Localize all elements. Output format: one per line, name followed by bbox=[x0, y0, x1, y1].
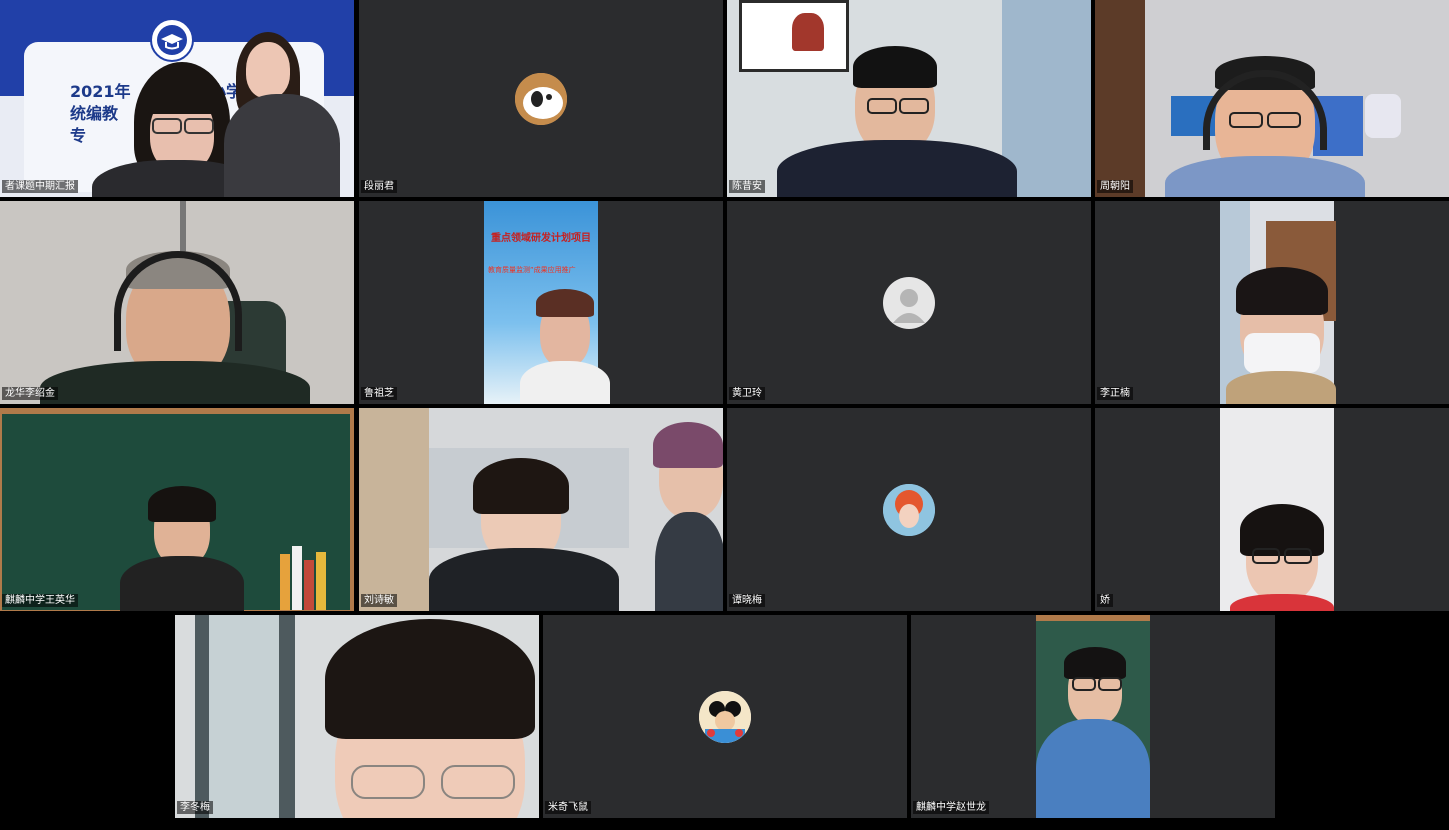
participant-name: 段丽君 bbox=[361, 180, 397, 193]
participant-name: 麒麟中学王英华 bbox=[2, 594, 78, 607]
person-body bbox=[429, 548, 619, 611]
glasses bbox=[1072, 677, 1096, 691]
participant-name: 者课题中期汇报 bbox=[2, 180, 78, 193]
glasses bbox=[351, 765, 425, 799]
glasses bbox=[441, 765, 515, 799]
participant-name: 龙华李绍金 bbox=[2, 387, 58, 400]
participant-tile-13[interactable]: 李冬梅 bbox=[175, 615, 539, 818]
participant-tile-7[interactable]: 黄卫玲 bbox=[727, 201, 1091, 404]
glasses bbox=[1098, 677, 1122, 691]
person-body bbox=[655, 512, 723, 611]
slide-title-line2: 统编教 bbox=[70, 104, 119, 123]
participant-tile-4[interactable]: 周朝阳 bbox=[1095, 0, 1449, 197]
face-mask bbox=[1244, 333, 1320, 373]
glasses bbox=[1229, 112, 1263, 128]
person-hair bbox=[148, 486, 216, 522]
glasses bbox=[184, 118, 214, 134]
participant-tile-11[interactable]: 谭晓梅 bbox=[727, 408, 1091, 611]
books bbox=[280, 544, 340, 610]
participant-name: 谭晓梅 bbox=[729, 594, 765, 607]
participant-tile-9[interactable]: 麒麟中学王英华 bbox=[0, 408, 354, 611]
graduation-cap-icon bbox=[150, 18, 194, 62]
participant-video bbox=[1036, 615, 1150, 818]
participant-name: 李正楠 bbox=[1097, 387, 1133, 400]
participant-tile-3[interactable]: 陈昔安 bbox=[727, 0, 1091, 197]
participant-tile-8[interactable]: 李正楠 bbox=[1095, 201, 1449, 404]
participant-video bbox=[1220, 201, 1336, 404]
participant-tile-10[interactable]: 刘诗敏 bbox=[359, 408, 723, 611]
person-hair bbox=[1240, 504, 1324, 556]
poster-subtitle: 教育质量监测”成果应用推广 bbox=[488, 266, 576, 274]
shelf bbox=[359, 408, 429, 611]
participant-tile-12[interactable]: 娇 bbox=[1095, 408, 1449, 611]
avatar-image bbox=[515, 72, 567, 125]
person-body bbox=[520, 361, 610, 404]
kettle bbox=[1365, 94, 1401, 138]
poster-banner: 重点领域研发计划项目 bbox=[491, 233, 591, 244]
person-hair bbox=[653, 422, 723, 468]
participant-name: 陈昔安 bbox=[729, 180, 765, 193]
person-body bbox=[1226, 371, 1336, 404]
participant-name: 米奇飞鼠 bbox=[545, 801, 591, 814]
participant-tile-6[interactable]: 重点领域研发计划项目 教育质量监测”成果应用推广 鲁祖芝 bbox=[359, 201, 723, 404]
avatar-image bbox=[883, 483, 935, 536]
avatar-image bbox=[699, 690, 751, 743]
poster-video: 重点领域研发计划项目 教育质量监测”成果应用推广 bbox=[484, 201, 610, 404]
person-body bbox=[40, 361, 310, 404]
participant-tile-1[interactable]: 2021年 小学 统编教 专 者课题中期汇报 bbox=[0, 0, 354, 197]
wall-painting bbox=[739, 0, 849, 72]
person-face bbox=[246, 42, 290, 98]
person-hair bbox=[325, 619, 535, 739]
person-body bbox=[1036, 719, 1150, 818]
person-body bbox=[1230, 594, 1334, 611]
participant-name: 黄卫玲 bbox=[729, 387, 765, 400]
participant-tile-14[interactable]: 米奇飞鼠 bbox=[543, 615, 907, 818]
glasses bbox=[899, 98, 929, 114]
participant-tile-5[interactable]: 龙华李绍金 bbox=[0, 201, 354, 404]
glasses bbox=[1267, 112, 1301, 128]
person-bangs bbox=[146, 66, 218, 114]
participant-name: 麒麟中学赵世龙 bbox=[913, 801, 989, 814]
participant-video bbox=[1220, 408, 1334, 611]
person-hair bbox=[473, 458, 569, 514]
person-body bbox=[224, 94, 340, 197]
participant-name: 娇 bbox=[1097, 594, 1113, 607]
person-body bbox=[1165, 156, 1365, 197]
slide-title-line1: 2021年 bbox=[70, 82, 131, 101]
participant-name: 刘诗敏 bbox=[361, 594, 397, 607]
glasses bbox=[152, 118, 182, 134]
person-body bbox=[777, 140, 1017, 197]
participant-tile-15[interactable]: 麒麟中学赵世龙 bbox=[911, 615, 1275, 818]
glasses bbox=[1284, 548, 1312, 564]
participant-name: 李冬梅 bbox=[177, 801, 213, 814]
bookshelf bbox=[1095, 0, 1145, 197]
default-avatar-icon bbox=[883, 276, 935, 329]
participant-name: 鲁祖芝 bbox=[361, 387, 397, 400]
person-body bbox=[120, 556, 244, 611]
window bbox=[209, 615, 279, 818]
glasses bbox=[867, 98, 897, 114]
person-hair bbox=[1064, 647, 1126, 679]
participant-tile-2[interactable]: 段丽君 bbox=[359, 0, 723, 197]
participant-name: 周朝阳 bbox=[1097, 180, 1133, 193]
person-hair bbox=[536, 289, 594, 317]
person-hair bbox=[853, 46, 937, 88]
person-hair bbox=[1236, 267, 1328, 315]
glasses bbox=[1252, 548, 1280, 564]
slide-title-line3: 专 bbox=[70, 126, 87, 145]
